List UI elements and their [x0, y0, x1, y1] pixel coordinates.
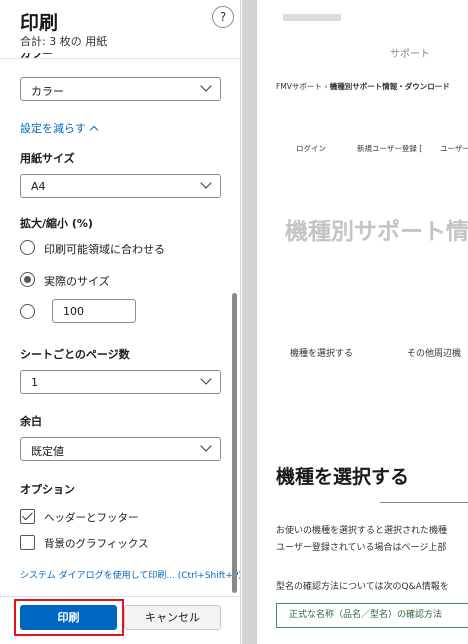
paper-size-label: 用紙サイズ [20, 152, 75, 165]
preview-nav-register: 新規ユーザー登録 [ [357, 144, 423, 153]
radio-fit-printable-area[interactable] [20, 240, 35, 255]
background-graphics-label: 背景のグラフィックス [44, 538, 149, 550]
chevron-down-icon [200, 80, 212, 92]
fewer-settings-link[interactable]: 設定を減らす [20, 120, 99, 136]
radio-actual-size[interactable] [20, 272, 35, 287]
headers-footers-checkbox[interactable] [20, 509, 35, 524]
color-section-label-text: カラー [20, 53, 53, 60]
print-button-highlight [14, 599, 124, 636]
background-graphics-checkbox[interactable] [20, 535, 35, 550]
radio-actual-size-label: 実際のサイズ [44, 275, 110, 288]
chevron-down-icon [200, 177, 212, 189]
radio-custom-scale[interactable] [20, 304, 35, 319]
fewer-settings-label: 設定を減らす [20, 122, 86, 135]
pages-per-sheet-select[interactable]: 1 [20, 370, 221, 394]
preview-paragraph-1: お使いの機種を選択すると選択された機種 [276, 526, 448, 536]
preview-breadcrumb: FMVサポート › 機種別サポート情報・ダウンロード [276, 81, 450, 92]
preview-paragraph-2: ユーザー登録されている場合はページ上部 [276, 543, 447, 553]
margins-select[interactable]: 既定値 [20, 437, 221, 461]
preview-hero-title: 機種別サポート情 [285, 219, 468, 245]
print-settings-panel: 印刷 合計: 3 枚の 用紙 ? カラー カラー 設定を減らす 用紙サイズ A4… [0, 0, 241, 644]
preview-confirm-button: 正式な名称（品名／型名）の確認方法 [276, 603, 468, 628]
preview-section-rule [380, 502, 468, 503]
help-icon[interactable]: ? [212, 6, 234, 28]
preview-paragraph-3: 型名の確認方法については次のQ&A情報を [276, 582, 449, 592]
radio-fit-printable-area-label: 印刷可能領域に合わせる [44, 243, 165, 256]
preview-menu-select-model: 機種を選択する [290, 349, 354, 359]
breadcrumb-current: 機種別サポート情報・ダウンロード [329, 82, 450, 91]
color-select[interactable]: カラー [20, 77, 221, 101]
chevron-down-icon [200, 373, 212, 385]
preview-nav-login: ログイン [296, 144, 326, 153]
preview-menu-other: その他周辺機 [407, 349, 462, 359]
scale-label: 拡大/縮小 (%) [20, 217, 93, 230]
preview-nav-user: ユーザー [440, 144, 468, 153]
cancel-button[interactable]: キャンセル [124, 605, 221, 630]
panel-scrollbar[interactable] [232, 293, 237, 593]
margins-label: 余白 [20, 415, 42, 428]
preview-section-title: 機種を選択する [276, 466, 410, 488]
print-preview[interactable]: サポート FMVサポート › 機種別サポート情報・ダウンロード ログイン 新規ユ… [242, 0, 468, 644]
pages-per-sheet-label: シートごとのページ数 [20, 348, 130, 361]
custom-scale-value: 100 [63, 305, 84, 318]
paper-size-value: A4 [31, 180, 46, 193]
color-select-value: カラー [31, 85, 64, 98]
breadcrumb-separator: › [324, 82, 328, 91]
sheet-count: 合計: 3 枚の 用紙 [20, 35, 108, 48]
options-label: オプション [20, 483, 75, 496]
system-dialog-link[interactable]: システム ダイアログを使用して印刷... (Ctrl+Shift+P) [20, 568, 240, 581]
chevron-down-icon [200, 440, 212, 452]
margins-value: 既定値 [31, 445, 64, 458]
chevron-up-icon [89, 125, 99, 135]
paper-size-select[interactable]: A4 [20, 174, 221, 198]
breadcrumb-root: FMVサポート [276, 82, 322, 91]
custom-scale-input[interactable]: 100 [52, 299, 136, 323]
panel-title: 印刷 [20, 12, 59, 34]
color-section-label: カラー [20, 53, 53, 61]
pages-per-sheet-value: 1 [31, 376, 38, 389]
headers-footers-label: ヘッダーとフッター [44, 512, 139, 524]
preview-page: サポート FMVサポート › 機種別サポート情報・ダウンロード ログイン 新規ユ… [257, 0, 468, 644]
preview-header-placeholder [283, 14, 341, 21]
preview-site-section: サポート [390, 49, 430, 60]
